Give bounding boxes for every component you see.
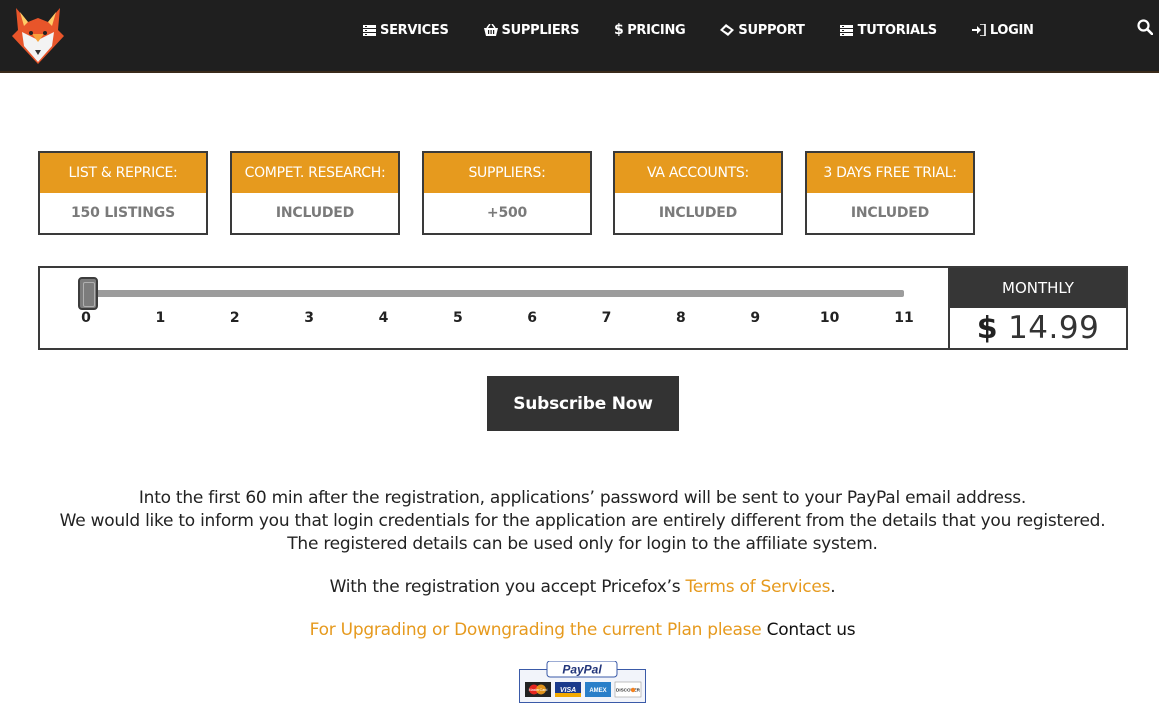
feature-value: +500 — [486, 205, 528, 221]
nav-support[interactable]: SUPPORT — [720, 22, 805, 38]
nav-login-label: LOGIN — [989, 22, 1034, 38]
slider-tick-label: 9 — [750, 310, 761, 326]
slider-tick-label: 0 — [81, 310, 91, 326]
price-box: MONTHLY $ 14.99 — [948, 268, 1126, 348]
card-mastercard: MasterCard — [529, 688, 548, 692]
slider-track[interactable] — [86, 290, 904, 297]
feature-list-reprice: LIST & REPRICE: 150 LISTINGS — [38, 151, 208, 235]
feature-suppliers: SUPPLIERS: +500 — [422, 151, 592, 235]
feature-title: 3 DAYS FREE TRIAL: — [807, 153, 973, 193]
dollar-icon: $ — [613, 22, 624, 38]
search-icon[interactable] — [1137, 19, 1153, 35]
slider-tick-label: 8 — [676, 310, 686, 326]
subscribe-button[interactable]: Subscribe Now — [487, 376, 679, 431]
slider-tick-label: 6 — [527, 310, 538, 326]
nav-login[interactable]: LOGIN — [971, 22, 1034, 38]
card-visa: VISA — [560, 687, 576, 694]
nav-tutorials-label: TUTORIALS — [857, 22, 938, 38]
feature-title: SUPPLIERS: — [424, 153, 590, 193]
terms-prefix: With the registration you accept Pricefo… — [329, 577, 686, 597]
terms-suffix: . — [830, 577, 836, 597]
feature-value: 150 LISTINGS — [71, 205, 175, 221]
nav-services[interactable]: SERVICES — [362, 23, 449, 38]
nav-tutorials[interactable]: TUTORIALS — [840, 23, 937, 38]
ticket-icon — [720, 24, 735, 36]
feature-free-trial: 3 DAYS FREE TRIAL: INCLUDED — [805, 151, 975, 235]
slider-tick-label: 7 — [601, 310, 612, 326]
slider-tick-label: 11 — [894, 310, 914, 326]
top-navbar: SERVICES SUPPLIERS $ PRICING SUPPORT TUT… — [0, 0, 1159, 73]
feature-compet-research: COMPET. RESEARCH: INCLUDED — [230, 151, 400, 235]
info-line-1: Into the first 60 min after the registra… — [138, 488, 1027, 508]
slider-tick-label: 2 — [229, 310, 240, 326]
terms-of-service-link[interactable]: Terms of Services — [686, 577, 831, 597]
slider-tick-label: 3 — [304, 310, 314, 326]
info-line-2: We would like to inform you that login c… — [59, 511, 1106, 531]
feature-title: VA ACCOUNTS: — [615, 153, 781, 193]
card-amex: AMEX — [589, 688, 606, 694]
card-discover: DISCOVER — [616, 688, 641, 693]
basket-icon — [483, 24, 498, 36]
plan-slider-panel: 0 1 2 3 4 5 6 7 8 9 10 11 MONTHLY $ 14.99 — [38, 266, 1128, 350]
price-period: MONTHLY — [950, 268, 1126, 308]
info-line-3: The registered details can be used only … — [287, 534, 878, 554]
nav-menu: SERVICES SUPPLIERS $ PRICING SUPPORT TUT… — [362, 0, 1069, 60]
feature-value: INCLUDED — [658, 205, 738, 221]
slider-handle[interactable] — [78, 277, 98, 310]
slider-tick-label: 5 — [452, 310, 463, 326]
price-amount: 14.99 — [1008, 310, 1100, 346]
contact-us-link[interactable]: Contact us — [767, 620, 856, 640]
nav-pricing[interactable]: $ PRICING — [613, 22, 686, 38]
feature-title: LIST & REPRICE: — [40, 153, 206, 193]
feature-value: INCLUDED — [850, 205, 930, 221]
price-currency: $ — [976, 310, 999, 346]
slider-tick-label: 10 — [819, 310, 840, 326]
sign-in-icon — [971, 24, 986, 36]
feature-title: COMPET. RESEARCH: — [232, 153, 398, 193]
terms-line: With the registration you accept Pricefo… — [0, 577, 1159, 597]
slider-tick-label: 4 — [378, 310, 389, 326]
slider-tick-label: 1 — [155, 310, 166, 326]
feature-value: INCLUDED — [275, 205, 355, 221]
price-value: $ 14.99 — [950, 308, 1126, 348]
server-icon — [362, 24, 376, 36]
nav-services-label: SERVICES — [380, 22, 449, 38]
paypal-badge: PayPal MasterCard VISA AMEX DISCOVER — [519, 661, 646, 703]
paypal-brand: PayPal — [562, 663, 602, 677]
server-icon — [840, 24, 854, 36]
feature-va-accounts: VA ACCOUNTS: INCLUDED — [613, 151, 783, 235]
nav-pricing-label: PRICING — [627, 22, 686, 38]
nav-support-label: SUPPORT — [738, 22, 805, 38]
fox-logo-icon[interactable] — [12, 6, 64, 66]
upgrade-line: For Upgrading or Downgrading the current… — [0, 620, 1159, 640]
nav-suppliers[interactable]: SUPPLIERS — [483, 22, 580, 38]
nav-suppliers-label: SUPPLIERS — [501, 22, 580, 38]
upgrade-text: For Upgrading or Downgrading the current… — [309, 620, 767, 640]
